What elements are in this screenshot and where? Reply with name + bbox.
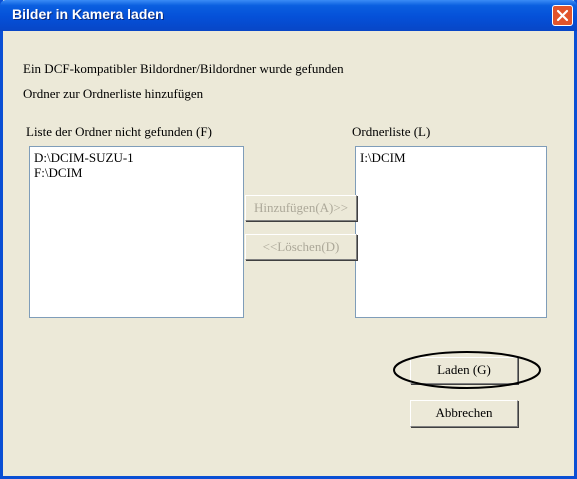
delete-button[interactable]: <<Löschen(D) <box>245 234 357 260</box>
add-button[interactable]: Hinzufügen(A)>> <box>245 195 357 221</box>
close-button[interactable] <box>552 5 573 26</box>
close-icon <box>556 9 569 22</box>
cancel-button[interactable]: Abbrechen <box>410 400 518 427</box>
load-button[interactable]: Laden (G) <box>410 357 518 384</box>
delete-button-label: <<Löschen(D) <box>262 239 340 254</box>
add-button-label: Hinzufügen(A)>> <box>253 200 349 215</box>
not-found-list-label: Liste der Ordner nicht gefunden (F) <box>26 124 212 139</box>
list-item[interactable]: I:\DCIM <box>360 150 542 165</box>
load-button-label: Laden (G) <box>437 362 491 377</box>
folder-list[interactable]: I:\DCIM <box>355 146 547 318</box>
folder-list-label: Ordnerliste (L) <box>352 124 431 139</box>
instruction-message: Ordner zur Ordnerliste hinzufügen <box>23 86 204 101</box>
list-item[interactable]: D:\DCIM-SUZU-1 <box>34 150 239 165</box>
list-item[interactable]: F:\DCIM <box>34 165 239 180</box>
window-title: Bilder in Kamera laden <box>12 6 164 22</box>
cancel-button-label: Abbrechen <box>435 405 493 420</box>
not-found-folder-list[interactable]: D:\DCIM-SUZU-1 F:\DCIM <box>29 146 244 318</box>
found-message: Ein DCF-kompatibler Bildordner/Bildordne… <box>23 61 344 76</box>
title-bar[interactable]: Bilder in Kamera laden <box>0 0 577 31</box>
dialog-window: Bilder in Kamera laden Ein DCF-kompatibl… <box>0 0 577 479</box>
